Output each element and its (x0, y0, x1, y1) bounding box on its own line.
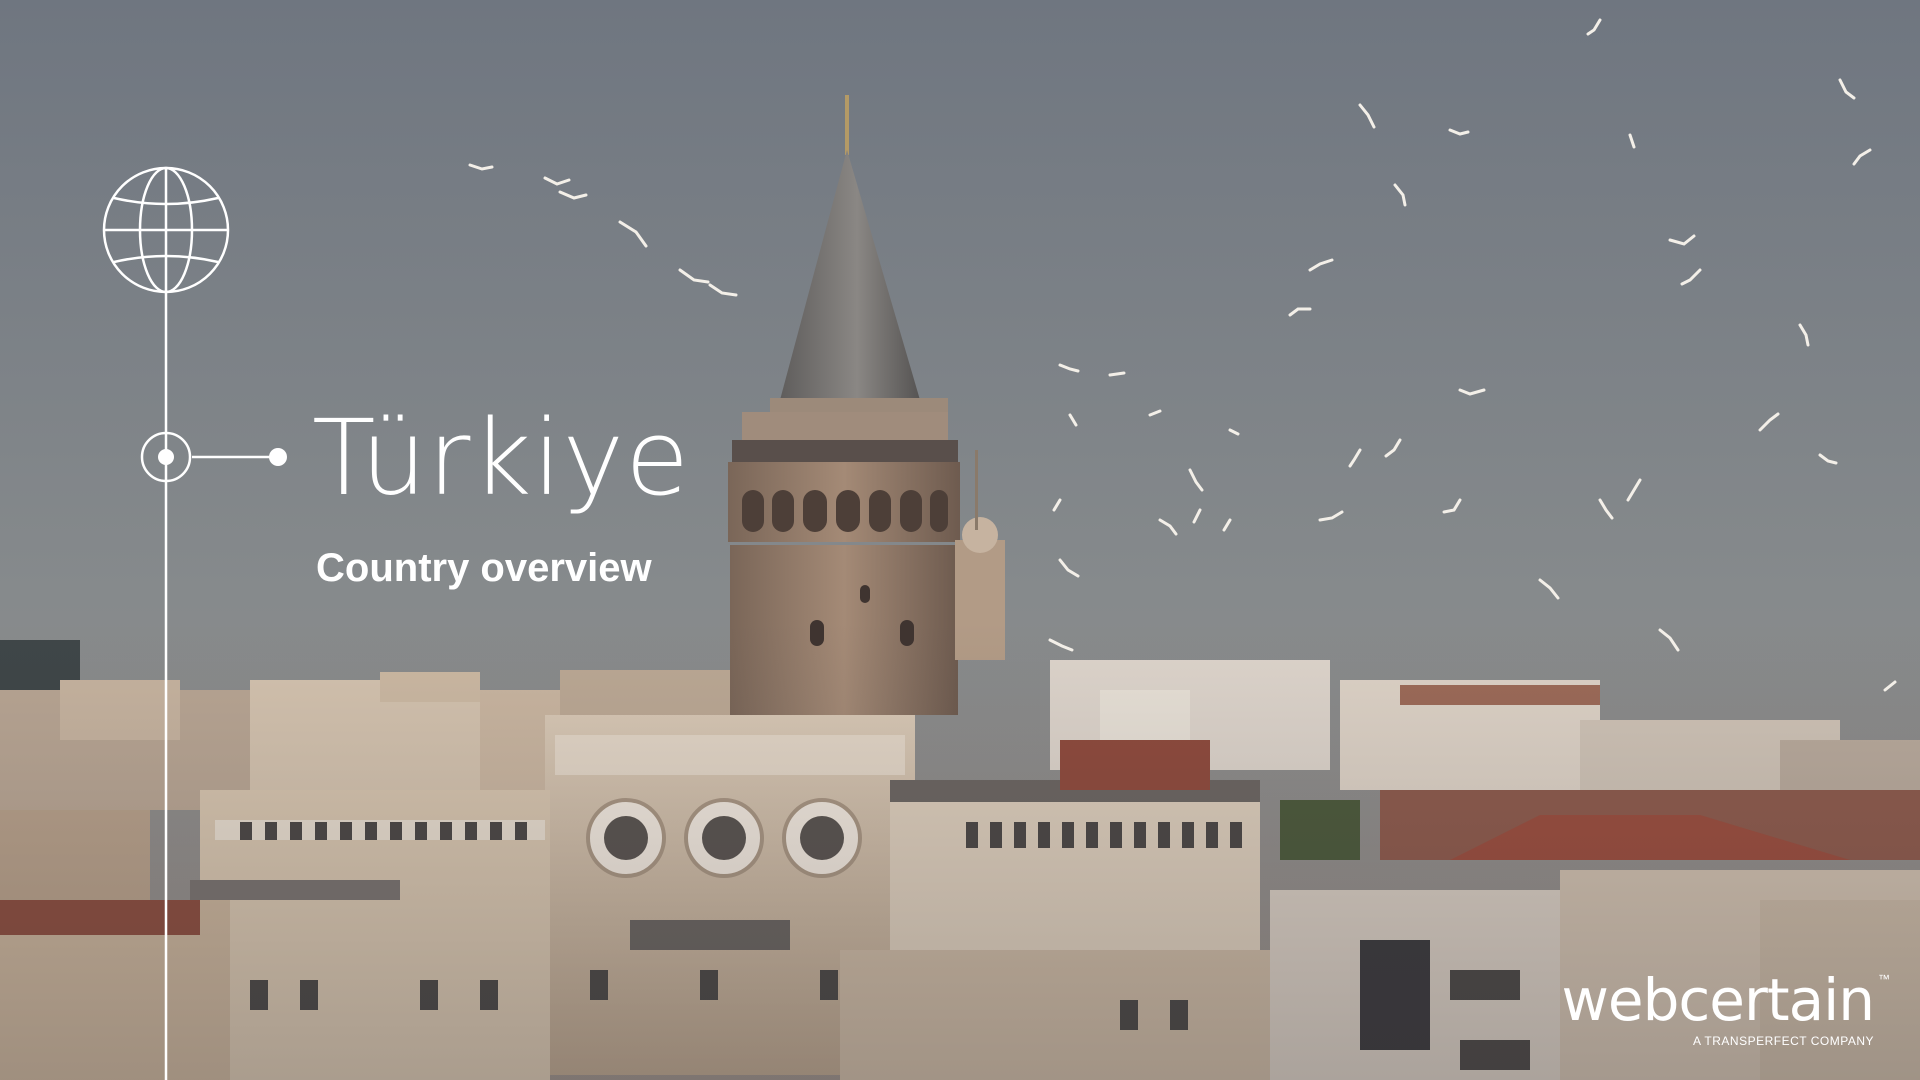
logo-trademark: ™ (1878, 972, 1890, 986)
timeline-marker-icon (140, 431, 287, 483)
slide-title: Türkiye (312, 397, 691, 519)
globe-timeline-graphic (102, 166, 287, 1080)
globe-icon (102, 166, 230, 294)
webcertain-logo: webcertain ™ A TRANSPERFECT COMPANY (1550, 968, 1890, 1048)
title-slide: Türkiye Country overview webcertain ™ A … (0, 0, 1920, 1080)
logo-wordmark: webcertain (1561, 966, 1875, 1034)
slide-subtitle: Country overview (316, 546, 652, 590)
logo-tagline: A TRANSPERFECT COMPANY (1692, 1034, 1874, 1048)
